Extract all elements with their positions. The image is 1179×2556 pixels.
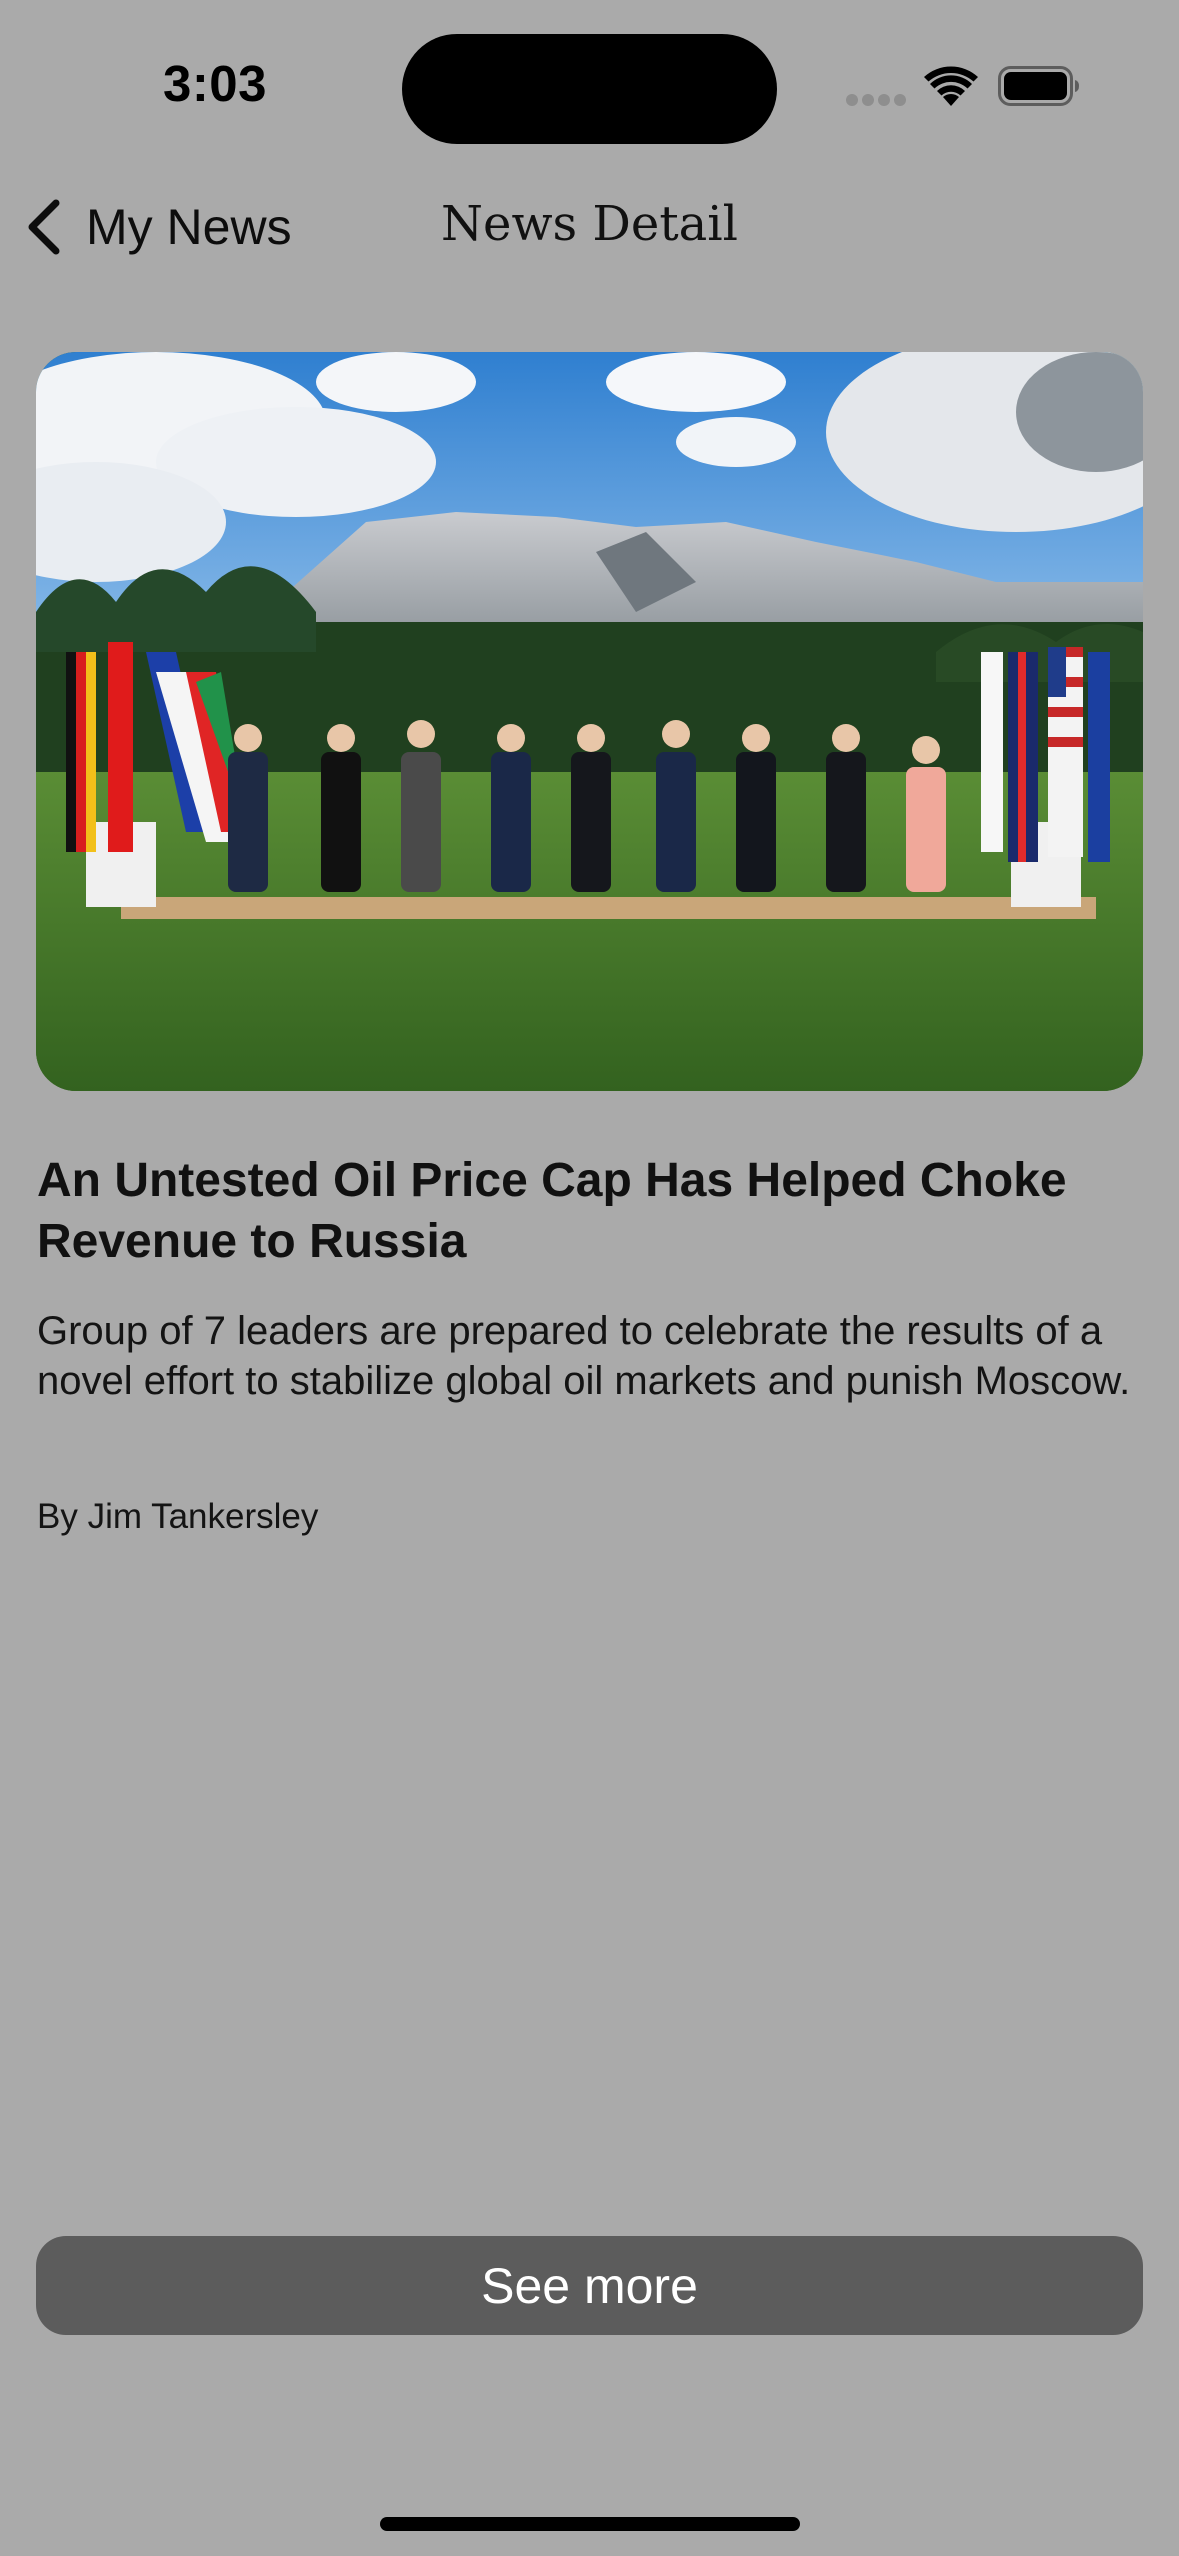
dynamic-island: [402, 34, 777, 144]
see-more-button[interactable]: See more: [36, 2236, 1143, 2335]
news-detail-screen: 3:03 My News News Detail An Untested Oil…: [0, 0, 1179, 2556]
wifi-icon: [924, 66, 978, 106]
home-indicator[interactable]: [380, 2517, 800, 2531]
article-image: [36, 352, 1143, 1091]
status-time: 3:03: [162, 55, 268, 112]
page-title: News Detail: [441, 196, 738, 252]
article-byline: By Jim Tankersley: [37, 1497, 319, 1536]
article-photo: [36, 352, 1143, 1091]
article-summary: Group of 7 leaders are prepared to celeb…: [37, 1309, 1131, 1403]
cellular-signal-icon: [846, 94, 906, 108]
battery-icon: [998, 66, 1079, 106]
article-headline: An Untested Oil Price Cap Has Helped Cho…: [37, 1154, 1067, 1268]
